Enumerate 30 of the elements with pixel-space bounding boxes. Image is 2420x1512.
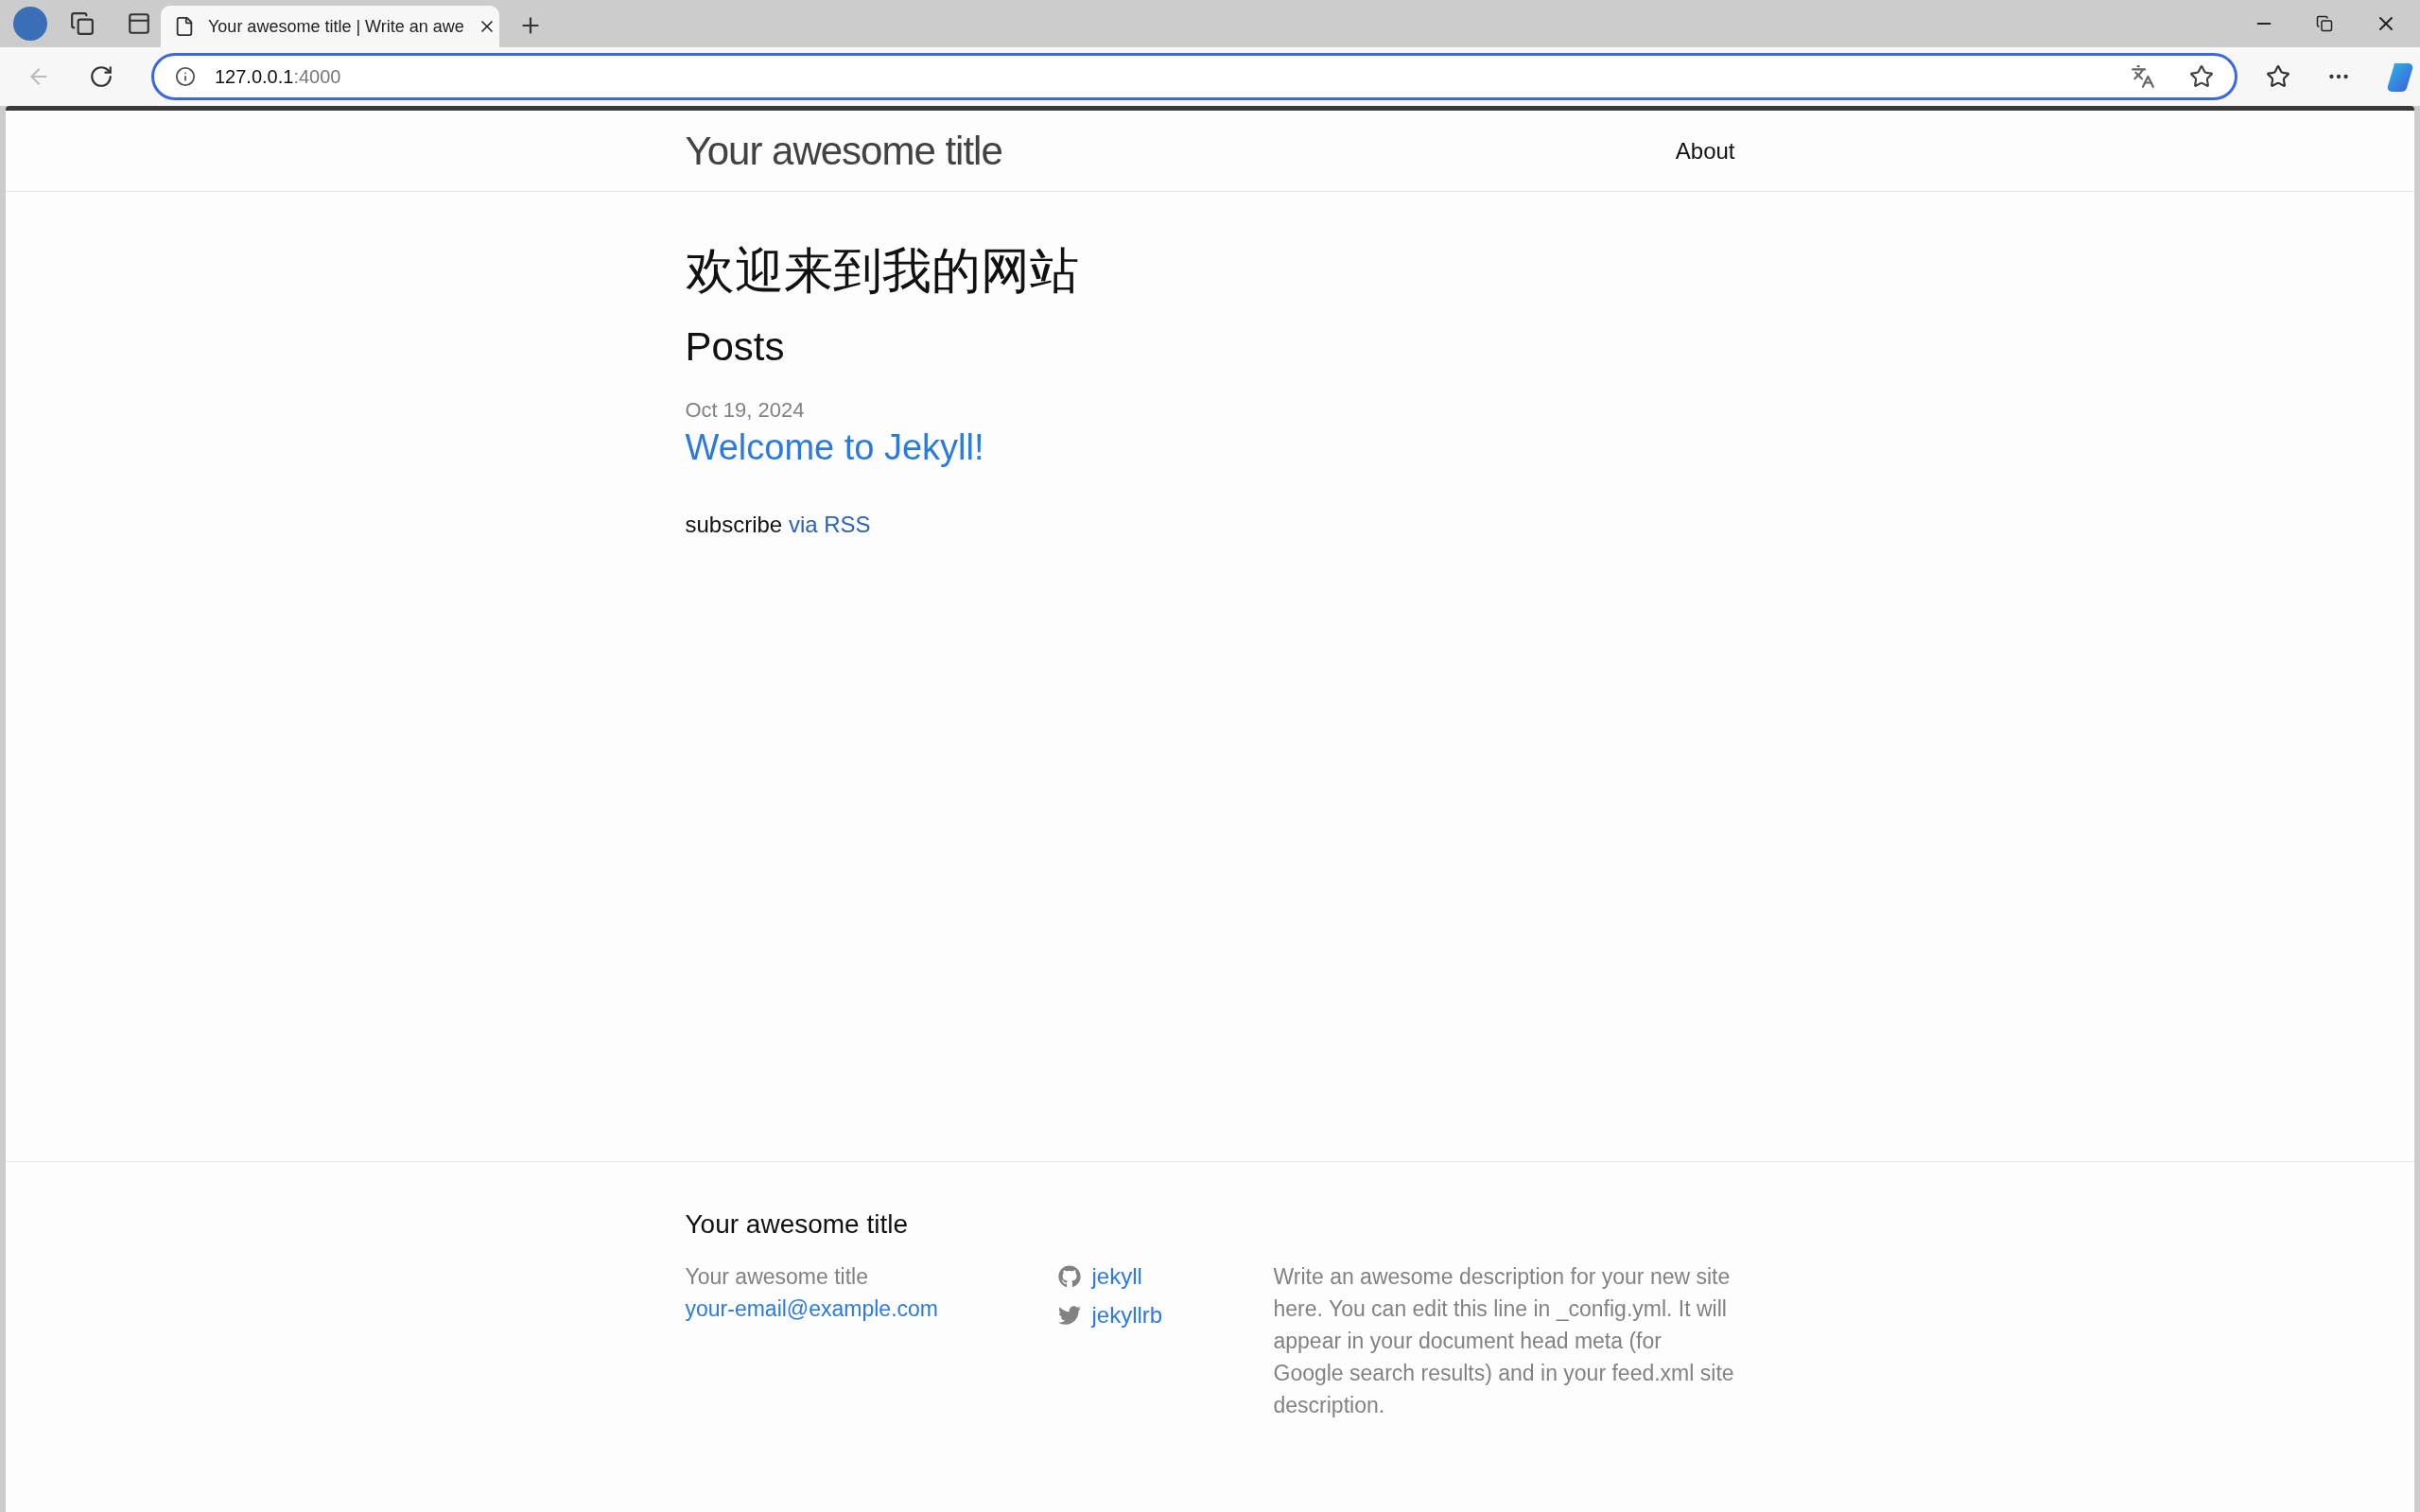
restore-icon[interactable] — [2316, 15, 2333, 32]
bird-icon — [1057, 1303, 1081, 1327]
browser-tab[interactable]: Your awesome title | Write an awe — [161, 6, 499, 47]
post-link[interactable]: Welcome to Jekyll! — [685, 425, 1735, 470]
post-date: Oct 19, 2024 — [685, 397, 806, 424]
tab-actions-icon[interactable] — [70, 11, 95, 36]
footer-site-name: Your awesome title — [685, 1263, 869, 1291]
nav-link[interactable]: About — [1675, 133, 1735, 168]
social-link[interactable]: jekyll — [1091, 1260, 1142, 1293]
translate-icon[interactable] — [2131, 64, 2155, 89]
sidebar-icon[interactable] — [127, 11, 151, 36]
page-icon — [174, 16, 195, 37]
info-icon — [175, 66, 196, 87]
page-heading: 欢迎来到我的网站 — [685, 242, 1080, 300]
address-bar[interactable]: 127.0.0.1:4000 — [151, 53, 2237, 100]
site-description: Write an awesome description for your new site here. You can edit this line in _config.yml. It will appear in your document head meta (for Google search results) and in your feed.xml site description. — [1273, 1263, 1735, 1419]
favorite-star-icon[interactable] — [2189, 64, 2214, 89]
favorites-icon[interactable] — [2266, 64, 2290, 89]
subscribe-text: subscribe via RSS — [685, 511, 872, 539]
posts-heading: Posts — [685, 323, 786, 371]
rss-link[interactable]: via RSS — [788, 512, 871, 537]
url-text: 127.0.0.1:4000 — [215, 65, 341, 89]
site-title[interactable]: Your awesome title — [685, 121, 1002, 181]
social-link[interactable]: jekyllrb — [1091, 1298, 1163, 1331]
email-link[interactable]: your-email@example.com — [685, 1293, 1058, 1325]
profile-avatar[interactable] — [13, 7, 47, 41]
tab-title: Your awesome title | Write an awe — [208, 15, 464, 38]
footer-title: Your awesome title — [685, 1208, 910, 1241]
reload-icon[interactable] — [89, 64, 113, 89]
github-icon — [1057, 1264, 1081, 1288]
